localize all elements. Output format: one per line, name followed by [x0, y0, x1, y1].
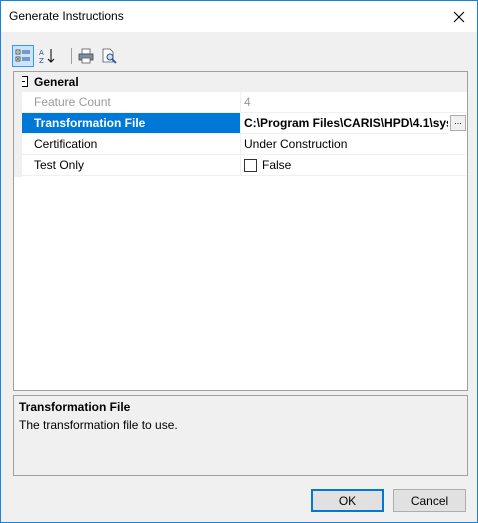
- property-grid: General Feature Count 4 Transformation F…: [13, 71, 468, 391]
- property-name: Certification: [22, 134, 241, 155]
- description-text: The transformation file to use.: [19, 418, 178, 432]
- property-name: Feature Count: [22, 92, 241, 113]
- property-value[interactable]: Under Construction: [241, 134, 467, 155]
- alphabetical-button[interactable]: A Z: [36, 45, 58, 67]
- browse-button[interactable]: ...: [450, 115, 466, 131]
- property-name: Test Only: [22, 155, 241, 176]
- property-grid-toolbar: A Z: [12, 45, 212, 67]
- svg-text:A: A: [39, 49, 44, 57]
- test-only-checkbox[interactable]: [244, 159, 257, 172]
- property-value: 4: [241, 92, 467, 113]
- toolbar-separator: [71, 48, 72, 64]
- print-icon: [78, 48, 94, 64]
- dialog-window: Generate Instructions A Z General Featur…: [0, 0, 478, 523]
- print-button[interactable]: [75, 45, 97, 67]
- title-bar: Generate Instructions: [1, 1, 477, 32]
- property-value: False: [241, 155, 467, 176]
- print-preview-button[interactable]: [98, 45, 120, 67]
- print-preview-icon: [102, 48, 117, 64]
- property-value-field[interactable]: C:\Program Files\CARIS\HPD\4.1\system: [241, 113, 448, 134]
- ok-button[interactable]: OK: [311, 489, 384, 512]
- close-icon: [453, 11, 465, 22]
- checkbox-label: False: [262, 158, 292, 172]
- categorized-button[interactable]: [12, 45, 34, 67]
- description-title: Transformation File: [19, 400, 131, 414]
- svg-text:Z: Z: [39, 57, 44, 65]
- category-row[interactable]: General: [14, 72, 467, 92]
- window-title: Generate Instructions: [9, 9, 124, 23]
- category-label: General: [34, 75, 79, 89]
- alphabetical-sort-icon: A Z: [39, 49, 55, 65]
- close-button[interactable]: [441, 1, 477, 32]
- cancel-button[interactable]: Cancel: [393, 489, 466, 512]
- property-name: Transformation File: [22, 113, 241, 134]
- property-row-test-only[interactable]: Test Only False: [14, 155, 467, 176]
- property-row-certification[interactable]: Certification Under Construction: [14, 134, 467, 155]
- property-row-transformation-file[interactable]: Transformation File C:\Program Files\CAR…: [14, 113, 467, 134]
- property-row-feature-count[interactable]: Feature Count 4: [14, 92, 467, 113]
- description-panel: Transformation File The transformation f…: [13, 395, 468, 476]
- categorized-icon: [15, 49, 30, 62]
